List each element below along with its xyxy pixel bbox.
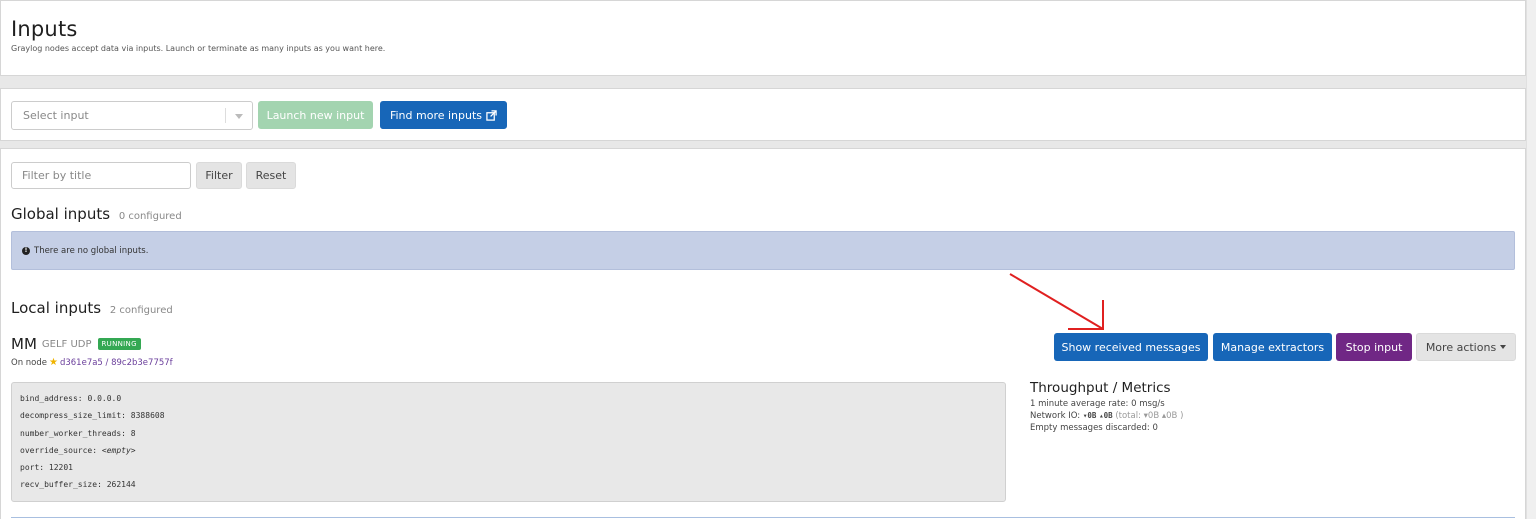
network-in: ▾0B (1082, 411, 1097, 420)
find-more-inputs-label: Find more inputs (389, 108, 483, 122)
config-line: port: 12201 (20, 463, 73, 473)
global-inputs-count: 0 configured (118, 211, 182, 222)
input-config-box: bind_address: 0.0.0.0 decompress_size_li… (11, 382, 1006, 502)
config-line: bind_address: 0.0.0.0 (20, 394, 122, 403)
filter-by-title-input[interactable]: Filter by title (11, 162, 191, 189)
empty-messages-discarded: Empty messages discarded: 0 (1030, 423, 1158, 433)
node-link[interactable]: d361e7a5 / 89c2b3e7757f (60, 358, 173, 368)
avg-rate: 1 minute average rate: 0 msg/s (1030, 399, 1165, 409)
throughput-metrics: Throughput / Metrics 1 minute average ra… (1030, 380, 1183, 434)
no-global-inputs-text: There are no global inputs. (34, 245, 149, 256)
select-input-placeholder: Select input (23, 109, 89, 122)
input-node-line: On node ★ d361e7a5 / 89c2b3e7757f (11, 357, 173, 368)
more-actions-dropdown[interactable]: More actions (1416, 333, 1516, 361)
no-global-inputs-alert: ! There are no global inputs. (11, 231, 1515, 270)
star-icon: ★ (49, 357, 58, 368)
launch-new-input-button[interactable]: Launch new input (258, 101, 373, 129)
select-input-dropdown[interactable]: Select input (11, 101, 253, 130)
manage-extractors-button[interactable]: Manage extractors (1213, 333, 1332, 361)
global-inputs-title: Global inputs (11, 205, 111, 223)
network-out: ▴0B (1099, 411, 1113, 420)
input-name: MM (11, 335, 37, 353)
filter-button[interactable]: Filter (196, 162, 242, 189)
caret-down-icon (1500, 345, 1507, 349)
external-link-icon (486, 109, 497, 121)
metrics-title: Throughput / Metrics (1030, 380, 1171, 396)
page-subtitle: Graylog nodes accept data via inputs. La… (11, 44, 386, 53)
page-scrollbar[interactable] (1526, 0, 1536, 519)
info-icon: ! (22, 246, 30, 255)
launch-input-bar: Select input Launch new input Find more … (0, 88, 1526, 141)
reset-button[interactable]: Reset (246, 162, 296, 189)
network-io: Network IO: ▾0B ▴0B (total: ▾0B ▴0B ) (1030, 411, 1184, 421)
config-line: number_worker_threads: 8 (20, 428, 136, 438)
page-title: Inputs (11, 17, 78, 41)
global-inputs-heading: Global inputs 0 configured (11, 205, 182, 223)
show-received-messages-button[interactable]: Show received messages (1054, 333, 1208, 361)
section-divider (11, 517, 1515, 518)
stop-input-button[interactable]: Stop input (1336, 333, 1412, 361)
input-type: GELF UDP (41, 338, 92, 350)
network-total: (total: ▾0B ▴0B ) (1115, 411, 1184, 421)
select-separator (225, 108, 226, 123)
config-line: decompress_size_limit: 8388608 (20, 411, 165, 421)
local-inputs-title: Local inputs (11, 299, 102, 317)
status-badge: RUNNING (97, 338, 141, 350)
config-line: override_source: <empty> (20, 445, 136, 455)
input-title-row: MM GELF UDP RUNNING (11, 335, 141, 353)
local-inputs-count: 2 configured (109, 305, 173, 316)
inputs-list-panel: Filter by title Filter Reset Global inpu… (0, 148, 1526, 519)
find-more-inputs-button[interactable]: Find more inputs (380, 101, 507, 129)
config-line: recv_buffer_size: 262144 (20, 480, 136, 490)
page-header: Inputs Graylog nodes accept data via inp… (0, 0, 1526, 76)
more-actions-label: More actions (1425, 340, 1497, 354)
node-prefix: On node (11, 357, 47, 368)
chevron-down-icon (235, 114, 243, 119)
local-inputs-heading: Local inputs 2 configured (11, 299, 173, 317)
